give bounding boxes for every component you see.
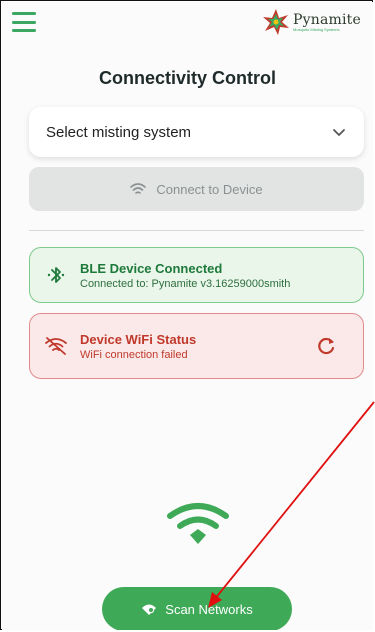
misting-system-select[interactable]: Select misting system <box>29 107 364 157</box>
menu-bar <box>12 12 36 15</box>
logo-splash-icon <box>263 9 290 35</box>
section-divider <box>29 230 364 231</box>
refresh-icon[interactable] <box>315 335 337 357</box>
logo-wordmark: Pynamite <box>293 11 361 28</box>
bluetooth-icon <box>47 267 65 283</box>
app-header: Pynamite Mosquito Misting Systems <box>2 2 373 42</box>
brand-logo: Pynamite Mosquito Misting Systems <box>261 7 361 37</box>
chevron-down-icon <box>333 129 345 136</box>
wifi-off-icon <box>45 337 67 355</box>
ble-status-title: BLE Device Connected <box>80 260 223 276</box>
scan-networks-button[interactable]: Scan Networks <box>102 587 292 630</box>
hamburger-menu-icon[interactable] <box>12 12 36 32</box>
ble-status-detail: Connected to: Pynamite v3.16259000smith <box>80 277 291 290</box>
select-value: Select misting system <box>46 123 192 141</box>
logo-tagline: Mosquito Misting Systems <box>293 26 340 32</box>
connect-to-device-button[interactable]: Connect to Device <box>29 167 364 211</box>
scan-button-label: Scan Networks <box>165 601 253 617</box>
wifi-status-detail: WiFi connection failed <box>80 348 188 361</box>
wifi-status-card: Device WiFi Status WiFi connection faile… <box>29 313 364 379</box>
screenshot-frame: Pynamite Mosquito Misting Systems Connec… <box>0 0 373 630</box>
wifi-status-title: Device WiFi Status <box>80 331 197 347</box>
app-screen: Pynamite Mosquito Misting Systems Connec… <box>2 2 373 630</box>
wifi-search-icon <box>142 604 157 615</box>
connect-button-label: Connect to Device <box>156 181 263 197</box>
wifi-signal-icon <box>167 503 229 544</box>
wifi-icon <box>130 183 147 194</box>
menu-bar <box>12 20 36 24</box>
menu-bar <box>12 29 36 32</box>
page-title: Connectivity Control <box>98 68 276 88</box>
ble-status-card: BLE Device Connected Connected to: Pynam… <box>29 247 364 303</box>
